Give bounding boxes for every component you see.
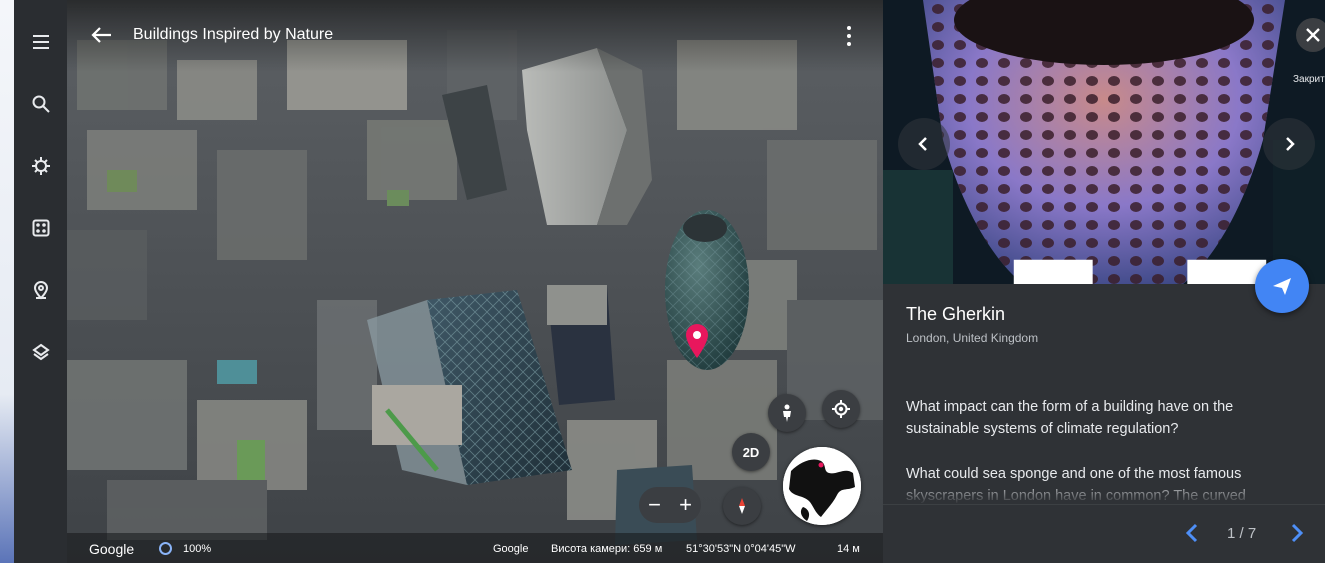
street-view-pegman-button[interactable] [768, 394, 806, 432]
back-button[interactable] [89, 22, 115, 48]
toggle-2d-button[interactable]: 2D [732, 433, 770, 471]
search-button[interactable] [21, 84, 61, 124]
menu-icon [32, 35, 49, 49]
close-icon [1306, 28, 1320, 42]
voyager-icon [31, 157, 50, 175]
knowledge-card-panel: Закрити The Gherkin London, United Kingd… [883, 0, 1325, 563]
google-logo: Google [89, 541, 135, 557]
load-percentage: 100% [183, 543, 212, 555]
more-vert-dot [847, 34, 851, 38]
photo-prev-button[interactable] [898, 118, 950, 170]
map-header: Buildings Inspired by Nature [67, 0, 883, 72]
left-rail [14, 0, 67, 563]
aerial-city-imagery [67, 0, 883, 563]
story-title: Buildings Inspired by Nature [133, 26, 334, 43]
more-options-button[interactable] [839, 24, 859, 48]
slide-counter: 1 / 7 [1227, 525, 1257, 542]
voyager-button[interactable] [21, 146, 61, 186]
feeling-lucky-button[interactable] [21, 208, 61, 248]
compass-icon [739, 498, 745, 514]
location-pin-icon[interactable] [685, 324, 709, 358]
projects-button[interactable] [21, 270, 61, 310]
more-vert-icon [847, 26, 851, 30]
text-fade-overlay [883, 480, 1325, 504]
camera-altitude: Висота камери: 659 м [551, 543, 663, 555]
share-fly-button[interactable] [1255, 259, 1309, 313]
story-pager: 1 / 7 [883, 504, 1325, 563]
compass-button[interactable] [723, 487, 761, 525]
close-tooltip: Закрити [1293, 74, 1325, 85]
chevron-left-icon [1185, 523, 1198, 543]
layers-icon [31, 343, 50, 361]
zoom-in-button[interactable]: + [679, 494, 692, 516]
next-slide-button[interactable] [1284, 521, 1308, 545]
pegman-icon [783, 404, 791, 422]
search-icon [32, 95, 50, 113]
description-paragraph: What impact can the form of a building h… [906, 399, 1234, 437]
random-dice-icon [32, 219, 49, 237]
arrow-back-icon [91, 27, 111, 43]
coordinates: 51°30'53"N 0°04'45"W [686, 543, 796, 555]
zoom-out-button[interactable]: − [648, 494, 661, 516]
chevron-left-icon [918, 137, 927, 151]
chevron-right-icon [1291, 523, 1304, 543]
photo-next-button[interactable] [1263, 118, 1315, 170]
close-button[interactable] [1296, 18, 1325, 52]
map-view[interactable]: Buildings Inspired by Nature 2D − + Goog… [67, 0, 883, 563]
place-subtitle: London, United Kingdom [906, 331, 1039, 345]
map-style-button[interactable] [21, 332, 61, 372]
projects-icon [33, 281, 48, 300]
scale-label: 14 м [837, 543, 860, 555]
zoom-control: − + [639, 487, 701, 523]
my-location-button[interactable] [822, 390, 860, 428]
imagery-attribution[interactable]: Google [493, 543, 528, 555]
menu-button[interactable] [21, 22, 61, 62]
globe-icon [783, 447, 861, 525]
prev-slide-button[interactable] [1181, 521, 1205, 545]
my-location-icon [832, 400, 850, 418]
chevron-right-icon [1286, 137, 1295, 151]
send-icon [1273, 278, 1291, 295]
story-photo [883, 0, 1325, 284]
loading-ring-icon [159, 542, 172, 555]
more-vert-dot [847, 42, 851, 46]
map-status-bar: Google 100% Google Висота камери: 659 м … [67, 533, 883, 563]
page-backdrop [0, 0, 14, 563]
globe-minimap[interactable] [783, 447, 861, 525]
place-title: The Gherkin [906, 304, 1006, 324]
